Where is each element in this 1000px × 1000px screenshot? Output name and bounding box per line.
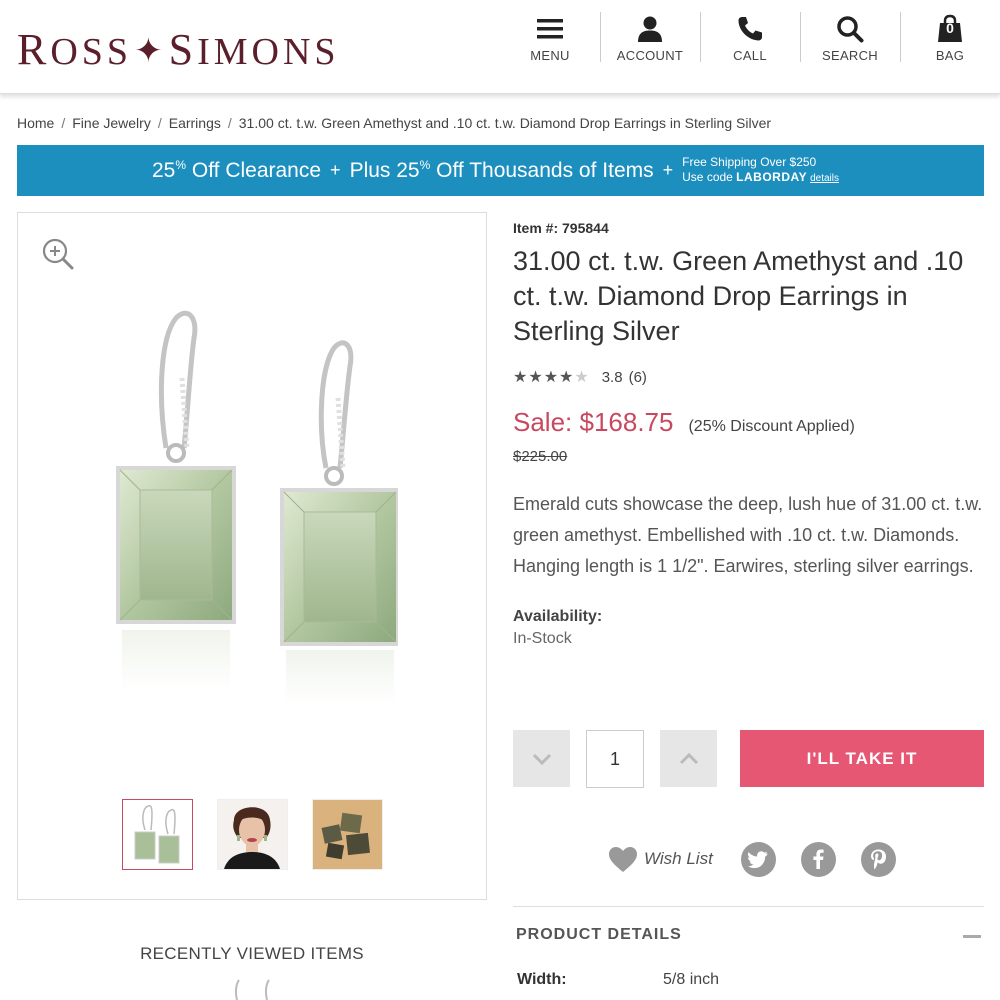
breadcrumb-fine-jewelry[interactable]: Fine Jewelry <box>72 115 151 131</box>
promo-offer-clearance: 25% Off Clearance <box>152 158 322 182</box>
chevron-down-icon <box>532 753 551 765</box>
promo-plus-icon: + <box>330 160 341 180</box>
original-price: $225.00 <box>513 448 568 465</box>
ross-simons-logo[interactable]: ROSS✦SIMONS <box>17 24 340 75</box>
product-title: 31.00 ct. t.w. Green Amethyst and .10 ct… <box>513 246 964 346</box>
thumbnail-earrings[interactable] <box>122 799 193 870</box>
account-label: ACCOUNT <box>616 48 684 63</box>
facebook-share-button[interactable] <box>800 841 836 877</box>
product-rating[interactable]: ★★★★★ 3.8 (6) <box>513 367 984 387</box>
breadcrumb: Home / Fine Jewelry / Earrings / 31.00 ct. t.w… <box>17 115 771 131</box>
menu-icon <box>537 19 563 39</box>
breadcrumb-home[interactable]: Home <box>17 115 54 131</box>
product-info: Item #: 795844 31.00 ct. t.w. Green Amet… <box>513 220 984 648</box>
quantity-input[interactable] <box>586 730 644 788</box>
phone-icon <box>738 17 762 41</box>
promo-plus-icon: + <box>662 160 674 180</box>
availability-status: In-Stock <box>513 630 572 647</box>
thumbnail-model[interactable] <box>217 799 288 870</box>
bag-label: BAG <box>935 48 965 63</box>
breadcrumb-separator: / <box>157 115 162 131</box>
section-divider <box>513 906 984 907</box>
promo-details-link[interactable]: details <box>810 173 839 184</box>
pinterest-share-button[interactable] <box>860 841 896 877</box>
heart-icon <box>609 846 637 872</box>
social-actions: Wish List <box>608 841 896 877</box>
account-icon <box>638 16 662 42</box>
twitter-share-button[interactable] <box>740 841 776 877</box>
wish-list-button[interactable]: Wish List <box>608 846 713 873</box>
detail-width-value: 5/8 inch <box>663 971 720 988</box>
promo-code: LABORDAY <box>736 170 808 184</box>
call-button[interactable]: CALL <box>700 0 800 94</box>
wish-list-label: Wish List <box>644 849 713 868</box>
account-button[interactable]: ACCOUNT <box>600 0 700 94</box>
add-to-bag-button[interactable]: I'LL TAKE IT <box>740 730 984 787</box>
bag-button[interactable]: 0 BAG <box>900 0 1000 94</box>
breadcrumb-earrings[interactable]: Earrings <box>169 115 221 131</box>
logo-star-icon: ✦ <box>134 33 167 70</box>
sale-price: Sale: $168.75 <box>513 407 674 437</box>
recently-viewed-title: RECENTLY VIEWED ITEMS <box>140 944 364 963</box>
thumbnail-strip <box>122 799 383 870</box>
quantity-decrease-button[interactable] <box>513 730 570 787</box>
recent-item-earrings-image[interactable] <box>225 978 285 1000</box>
price-row: Sale: $168.75 (25% Discount Applied) <box>513 407 984 438</box>
zoom-in-icon[interactable] <box>41 237 75 271</box>
menu-label: MENU <box>530 48 570 63</box>
search-button[interactable]: SEARCH <box>800 0 900 94</box>
promo-offer-thousands: Plus 25% Off Thousands of Items <box>349 158 654 182</box>
pinterest-icon <box>871 849 887 869</box>
availability-label: Availability: <box>513 608 603 625</box>
rating-value: 3.8 <box>601 368 623 386</box>
collapse-minus-icon[interactable] <box>963 935 981 938</box>
call-label: CALL <box>733 48 767 63</box>
promo-shipping: Free Shipping Over $250 Use code LABORDA… <box>682 155 839 184</box>
rating-stars-icon: ★★★★★ <box>513 369 590 386</box>
quantity-and-cart: I'LL TAKE IT <box>513 730 984 788</box>
chevron-up-icon <box>679 752 698 764</box>
menu-button[interactable]: MENU <box>500 0 600 94</box>
quantity-increase-button[interactable] <box>660 730 717 787</box>
bag-count: 0 <box>946 20 954 36</box>
item-number: Item #: 795844 <box>513 220 609 236</box>
discount-note: (25% Discount Applied) <box>688 418 855 435</box>
search-icon <box>837 16 864 43</box>
detail-width-label: Width: <box>517 971 567 988</box>
breadcrumb-separator: / <box>61 115 66 131</box>
site-header: ROSS✦SIMONS MENU ACCOUNT CALL SEARCH 0 B… <box>0 0 1000 94</box>
earrings-main-image[interactable] <box>108 308 398 708</box>
promo-shipping-text: Free Shipping Over $250 <box>682 155 817 169</box>
search-label: SEARCH <box>822 48 878 63</box>
header-nav: MENU ACCOUNT CALL SEARCH 0 BAG <box>500 0 1000 94</box>
thumbnail-gemstones[interactable] <box>312 799 383 870</box>
breadcrumb-separator: / <box>227 115 232 131</box>
product-description: Emerald cuts showcase the deep, lush hue… <box>513 494 983 576</box>
twitter-icon <box>748 850 768 868</box>
product-details-heading[interactable]: PRODUCT DETAILS <box>516 926 682 944</box>
product-image-panel <box>17 212 487 900</box>
promo-banner[interactable]: 25% Off Clearance + Plus 25% Off Thousan… <box>17 145 984 196</box>
breadcrumb-current: 31.00 ct. t.w. Green Amethyst and .10 ct… <box>238 115 772 131</box>
facebook-icon <box>813 849 824 869</box>
review-count: (6) <box>628 368 647 386</box>
